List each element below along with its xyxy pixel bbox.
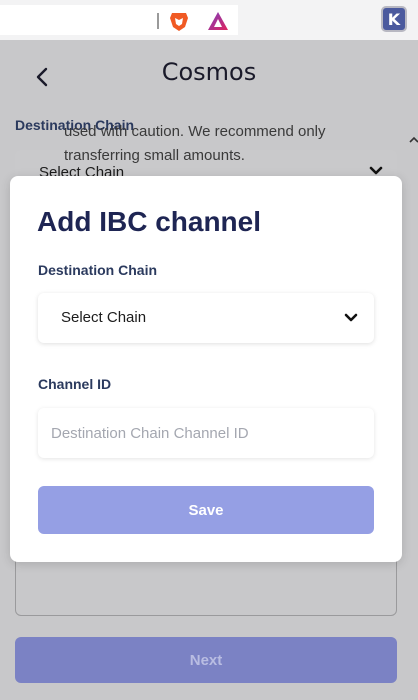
save-button[interactable]: Save	[38, 486, 374, 534]
next-button[interactable]: Next	[15, 637, 397, 683]
modal-title: Add IBC channel	[37, 206, 262, 237]
modal-select-chain-text: Select Chain	[61, 309, 147, 326]
toolbar-divider	[157, 13, 159, 29]
page-title: Cosmos	[161, 58, 257, 86]
add-ibc-channel-modal: Add IBC channel Destination Chain Select…	[10, 176, 402, 562]
warning-text: used with caution. We recommend only tra…	[64, 123, 326, 164]
keplr-k-icon[interactable]: K	[381, 6, 407, 32]
triangle-alert-icon[interactable]	[206, 10, 230, 32]
channel-id-label: Channel ID	[38, 376, 112, 392]
chevron-down-icon	[344, 313, 358, 322]
partial-chevron-icon	[409, 136, 418, 143]
chevron-down-icon	[369, 166, 383, 175]
modal-chain-select[interactable]: Select Chain	[38, 293, 374, 343]
browser-toolbar: K	[0, 0, 418, 41]
channel-id-input[interactable]	[38, 408, 374, 458]
modal-destination-chain-label: Destination Chain	[38, 262, 158, 278]
brave-lion-icon[interactable]	[168, 10, 190, 32]
address-bar[interactable]	[0, 5, 238, 35]
